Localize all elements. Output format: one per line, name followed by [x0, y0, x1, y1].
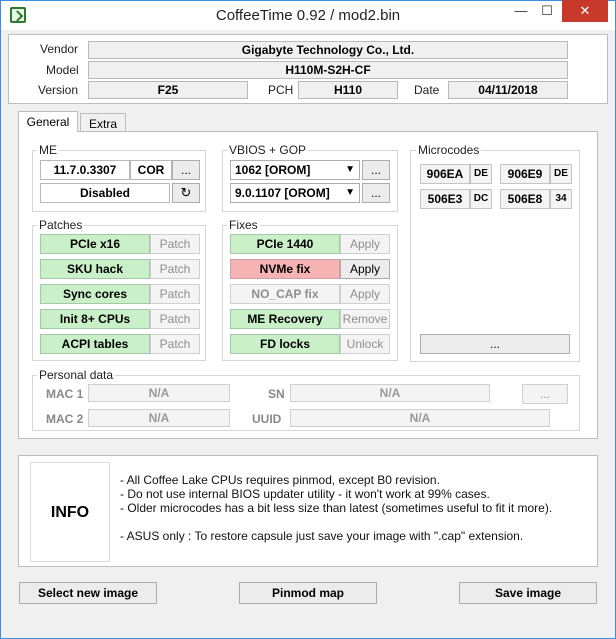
patches-group-title: Patches: [37, 218, 85, 232]
vendor-field: Gigabyte Technology Co., Ltd.: [88, 41, 568, 59]
patch-acpi-tables: ACPI tables: [40, 334, 150, 354]
model-label: Model: [46, 63, 79, 77]
patch-pcie-x16-button[interactable]: Patch: [150, 234, 200, 254]
microcode-id: 506E8: [500, 189, 550, 209]
vbios-group-title: VBIOS + GOP: [227, 143, 309, 157]
microcode-tag: DE: [550, 164, 572, 184]
info-line: - Do not use internal BIOS updater utili…: [120, 487, 490, 501]
version-field: F25: [88, 81, 248, 99]
microcode-tag: 34: [550, 189, 572, 209]
tab-extra[interactable]: Extra: [80, 113, 126, 132]
microcode-tag: DE: [470, 164, 492, 184]
chevron-down-icon: ▼: [345, 187, 355, 198]
gop-select-value: 9.0.1107 [OROM]: [235, 186, 330, 200]
me-version-field: 11.7.0.3307: [40, 160, 130, 180]
me-more-button[interactable]: ...: [172, 160, 200, 180]
patch-sku-hack: SKU hack: [40, 259, 150, 279]
version-label: Version: [38, 83, 79, 97]
sn-label: SN: [268, 387, 285, 401]
patch-sync-cores: Sync cores: [40, 284, 150, 304]
personal-more-button[interactable]: ...: [522, 384, 568, 404]
fix-nvme: NVMe fix: [230, 259, 340, 279]
fix-me-recovery-button[interactable]: Remove: [340, 309, 390, 329]
minimize-button[interactable]: —: [508, 0, 534, 22]
patch-sync-cores-button[interactable]: Patch: [150, 284, 200, 304]
microcodes-group-title: Microcodes: [416, 143, 482, 157]
fix-no-cap: NO_CAP fix: [230, 284, 340, 304]
microcode-tag: DC: [470, 189, 492, 209]
patch-init-cpus-button[interactable]: Patch: [150, 309, 200, 329]
me-group-title: ME: [37, 143, 59, 157]
fix-pcie-1440: PCIe 1440: [230, 234, 340, 254]
fix-me-recovery: ME Recovery: [230, 309, 340, 329]
fixes-group-title: Fixes: [227, 218, 260, 232]
select-new-image-button[interactable]: Select new image: [19, 582, 157, 604]
mac2-field: N/A: [88, 409, 230, 427]
mac2-label: MAC 2: [46, 412, 84, 426]
fix-fd-locks-button[interactable]: Unlock: [340, 334, 390, 354]
pinmod-map-button[interactable]: Pinmod map: [239, 582, 377, 604]
uuid-field: N/A: [290, 409, 550, 427]
pch-label: PCH: [268, 83, 294, 97]
fix-fd-locks: FD locks: [230, 334, 340, 354]
uuid-label: UUID: [252, 412, 282, 426]
microcodes-more-button[interactable]: ...: [420, 334, 570, 354]
vbios-select[interactable]: 1062 [OROM] ▼: [230, 160, 360, 180]
save-image-button[interactable]: Save image: [459, 582, 597, 604]
microcode-id: 906E9: [500, 164, 550, 184]
fix-pcie-1440-button[interactable]: Apply: [340, 234, 390, 254]
info-line: - Older microcodes has a bit less size t…: [120, 501, 553, 515]
vbios-select-value: 1062 [OROM]: [235, 163, 311, 177]
date-field: 04/11/2018: [448, 81, 568, 99]
mac1-field: N/A: [88, 384, 230, 402]
me-type-field: COR: [130, 160, 172, 180]
personal-data-title: Personal data: [37, 368, 116, 382]
microcode-id: 906EA: [420, 164, 470, 184]
tab-general[interactable]: General: [18, 111, 78, 132]
patch-init-cpus: Init 8+ CPUs: [40, 309, 150, 329]
chevron-down-icon: ▼: [345, 164, 355, 175]
microcode-id: 506E3: [420, 189, 470, 209]
patch-acpi-tables-button[interactable]: Patch: [150, 334, 200, 354]
model-field: H110M-S2H-CF: [88, 61, 568, 79]
date-label: Date: [414, 83, 440, 97]
gop-more-button[interactable]: ...: [362, 183, 390, 203]
fix-no-cap-button[interactable]: Apply: [340, 284, 390, 304]
mac1-label: MAC 1: [46, 387, 84, 401]
info-tag: INFO: [30, 462, 110, 562]
info-line: - All Coffee Lake CPUs requires pinmod, …: [120, 473, 440, 487]
vbios-more-button[interactable]: ...: [362, 160, 390, 180]
pch-field: H110: [298, 81, 398, 99]
me-state-field: Disabled: [40, 183, 170, 203]
gop-select[interactable]: 9.0.1107 [OROM] ▼: [230, 183, 360, 203]
sn-field: N/A: [290, 384, 490, 402]
refresh-icon: ↻: [180, 185, 192, 200]
info-line: - ASUS only : To restore capsule just sa…: [120, 529, 524, 543]
patch-pcie-x16: PCIe x16: [40, 234, 150, 254]
patch-sku-hack-button[interactable]: Patch: [150, 259, 200, 279]
me-refresh-button[interactable]: ↻: [172, 183, 200, 203]
close-button[interactable]: ✕: [562, 0, 608, 22]
vendor-label: Vendor: [40, 42, 79, 56]
maximize-button[interactable]: ☐: [534, 0, 560, 22]
fix-nvme-button[interactable]: Apply: [340, 259, 390, 279]
